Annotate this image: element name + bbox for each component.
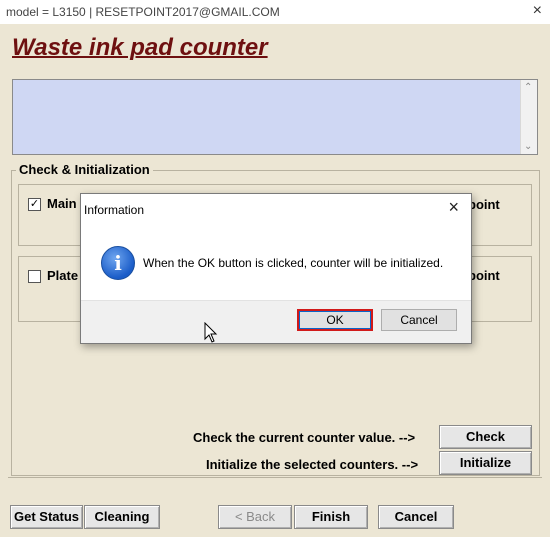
scroll-up-icon[interactable]: ⌃ <box>524 82 532 93</box>
message-area[interactable]: ⌃ ⌄ <box>12 79 538 155</box>
dialog-footer: OK Cancel <box>81 300 471 343</box>
window-titlebar: model = L3150 | RESETPOINT2017@GMAIL.COM… <box>0 0 550 24</box>
finish-button[interactable]: Finish <box>294 505 368 529</box>
window-title: model = L3150 | RESETPOINT2017@GMAIL.COM <box>6 5 280 19</box>
main-pad-checkbox[interactable]: ✓ <box>28 198 41 212</box>
dialog-cancel-button[interactable]: Cancel <box>381 309 457 331</box>
footer-divider <box>8 477 542 478</box>
information-dialog: Information × i When the OK button is cl… <box>80 193 472 344</box>
scroll-down-icon[interactable]: ⌄ <box>524 141 532 152</box>
initialize-button[interactable]: Initialize <box>439 451 532 475</box>
dialog-close-icon[interactable]: × <box>448 197 459 218</box>
main-pad-right-label: point <box>468 197 500 212</box>
group-title: Check & Initialization <box>16 162 153 177</box>
check-button[interactable]: Check <box>439 425 532 449</box>
back-button[interactable]: < Back <box>218 505 292 529</box>
get-status-button[interactable]: Get Status <box>10 505 83 529</box>
dialog-message: When the OK button is clicked, counter w… <box>143 256 444 270</box>
initialize-label: Initialize the selected counters. --> <box>206 457 419 472</box>
message-scrollbar[interactable]: ⌃ ⌄ <box>520 80 537 154</box>
main-pad-label: Main <box>47 196 77 211</box>
platen-pad-label: Plate <box>47 268 79 283</box>
dialog-ok-button[interactable]: OK <box>297 309 373 331</box>
cancel-button[interactable]: Cancel <box>378 505 454 529</box>
platen-pad-right-label: point <box>468 268 500 283</box>
page-title: Waste ink pad counter <box>12 34 268 61</box>
check-label: Check the current counter value. --> <box>193 430 416 445</box>
info-icon: i <box>101 246 135 280</box>
main-pad-checkbox-row[interactable]: ✓ Main <box>28 196 77 212</box>
platen-pad-checkbox-row[interactable]: Plate <box>28 268 79 284</box>
window-close-icon[interactable]: × <box>533 2 542 20</box>
cleaning-button[interactable]: Cleaning <box>84 505 160 529</box>
mouse-cursor-icon <box>204 322 218 343</box>
platen-pad-checkbox[interactable] <box>28 270 41 284</box>
dialog-title: Information <box>84 203 145 217</box>
